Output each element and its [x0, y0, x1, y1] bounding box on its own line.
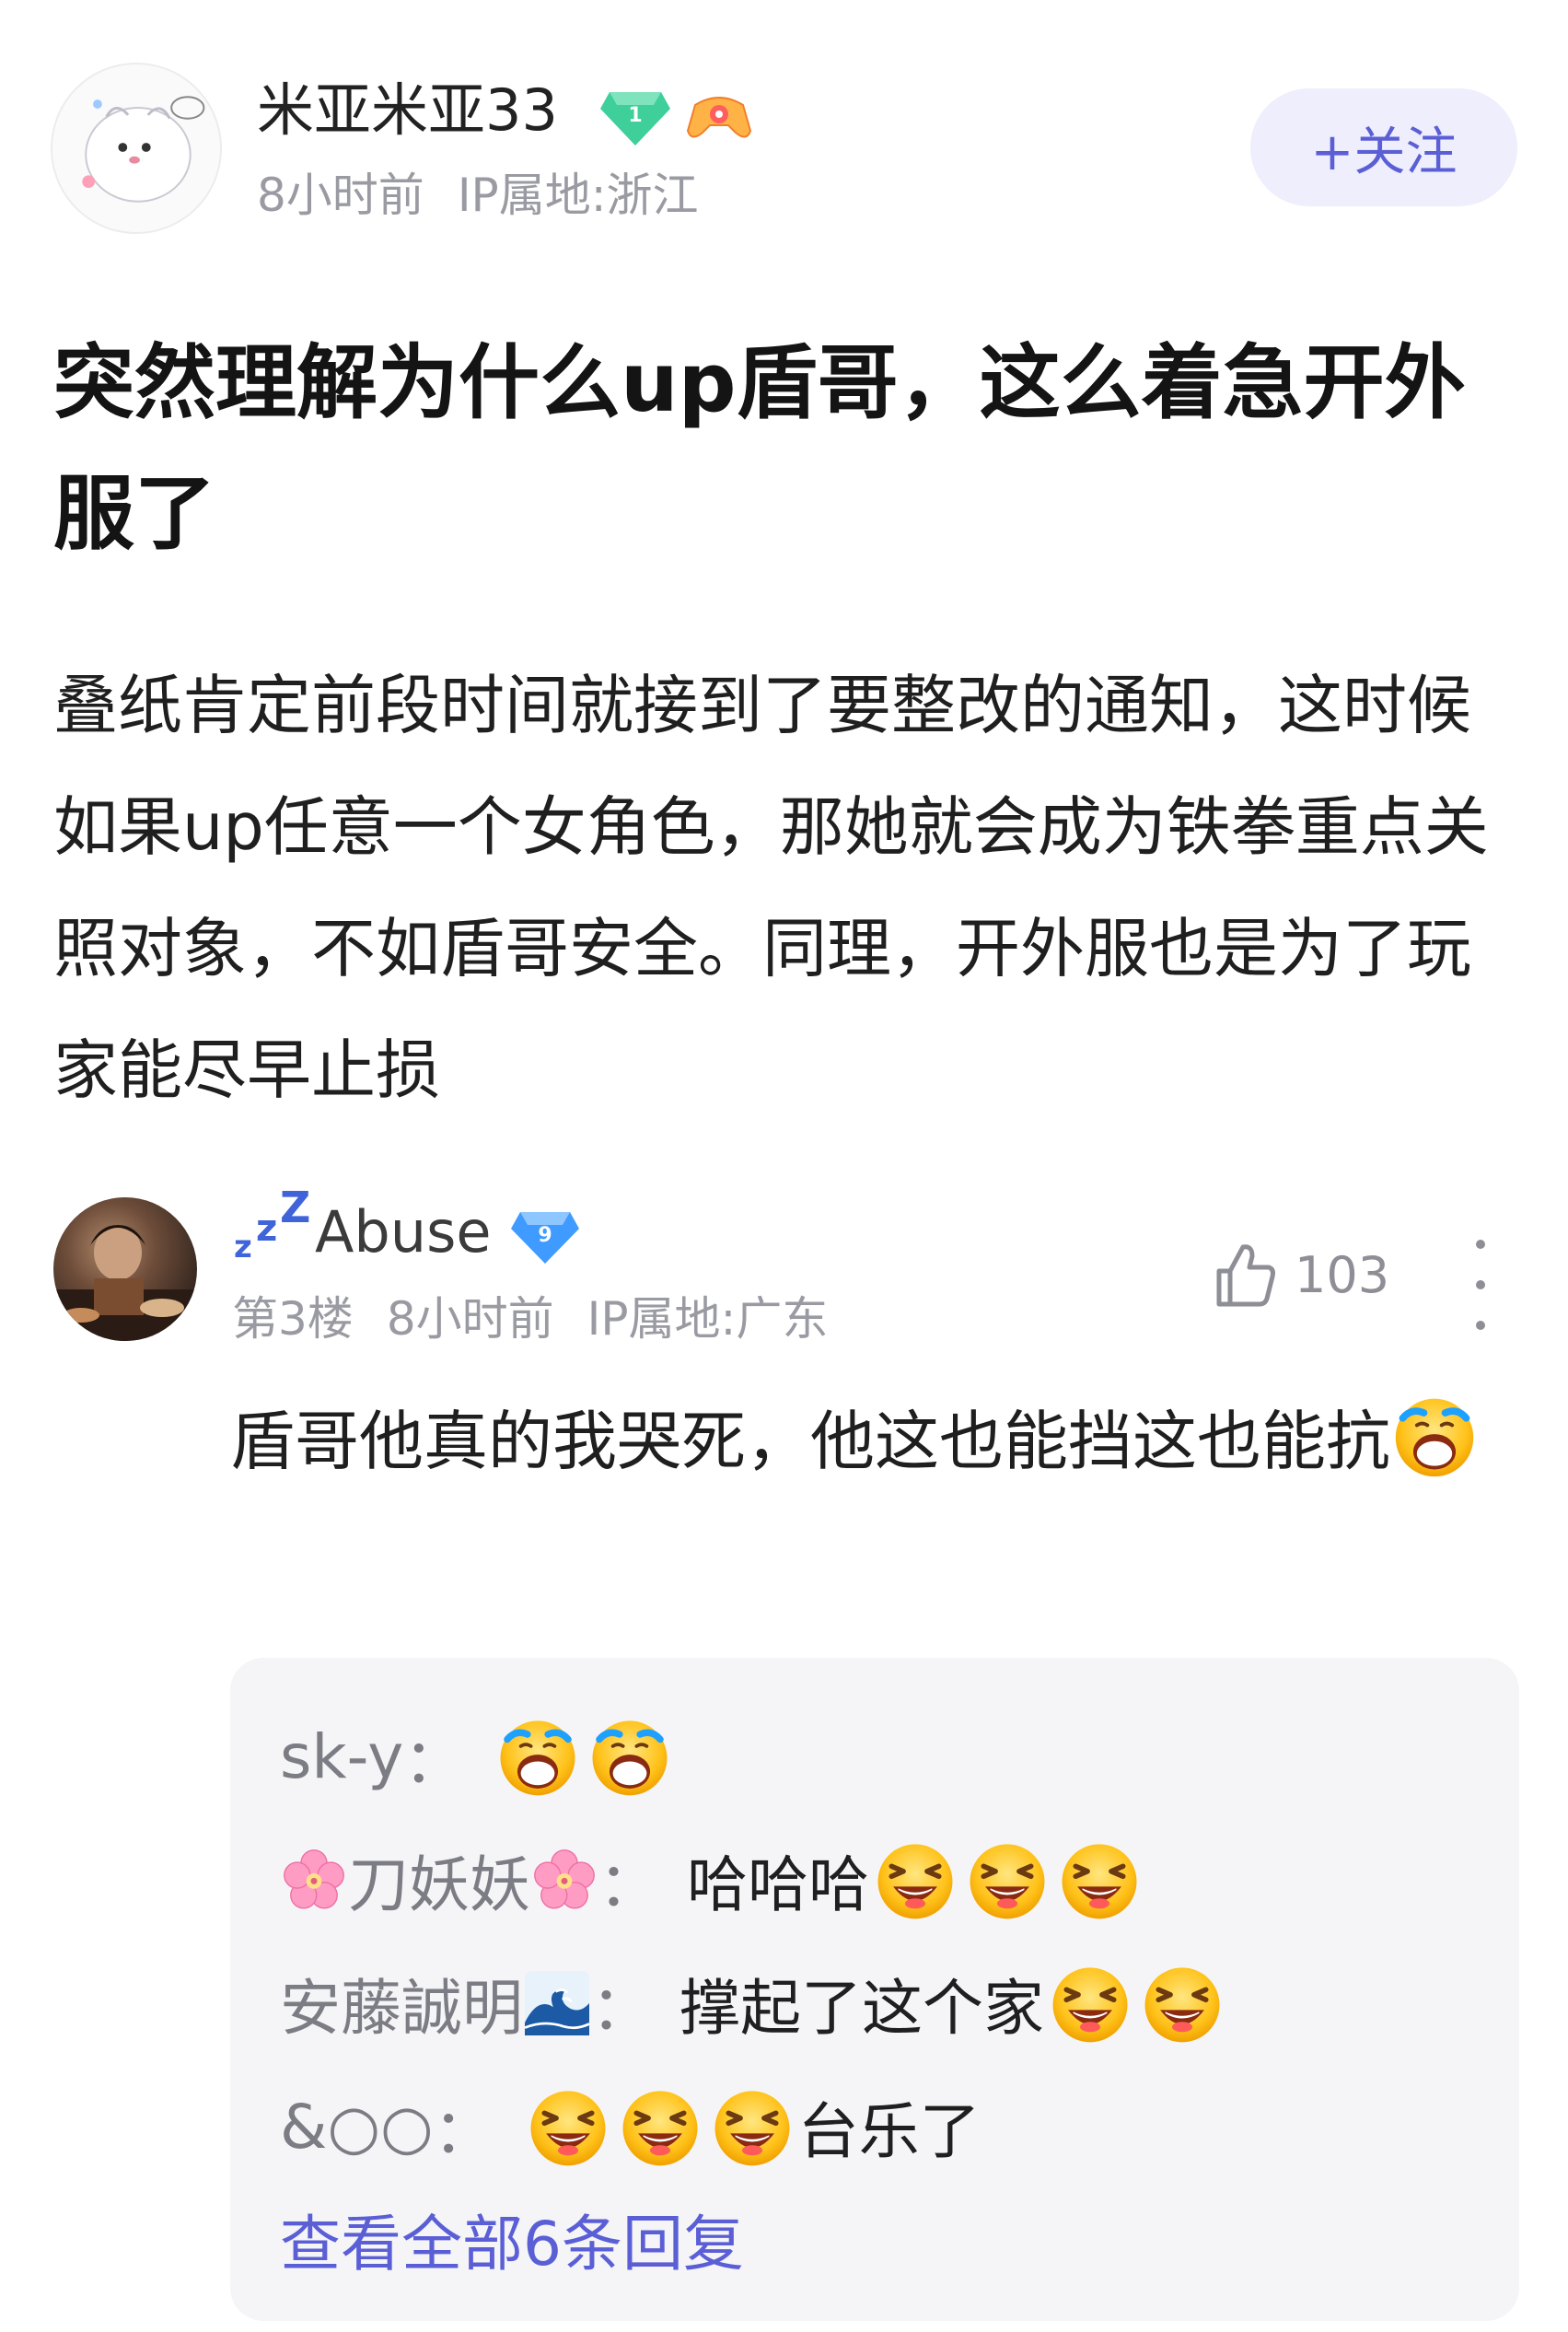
cherry-blossom-icon [532, 1848, 597, 1912]
comment-text-content: 盾哥他真的我哭死，他这也能挡这也能抗 [230, 1404, 1390, 1479]
like-count: 103 [1295, 1245, 1390, 1304]
comment-floor: 第3楼 [232, 1292, 354, 1346]
follow-label: +关注 [1310, 122, 1458, 182]
laughing-emoji [1048, 1961, 1132, 2046]
post-body: 叠纸肯定前段时间就接到了要整改的通知，这时候如果up任意一个女角色，那她就会成为… [53, 668, 1489, 1108]
comment-time: 8小时前 [386, 1292, 554, 1346]
reply-username[interactable]: sk-y [280, 1721, 403, 1792]
reply-text: 台乐了 [797, 2096, 981, 2167]
author-name[interactable]: 米亚米亚33 [257, 72, 558, 149]
more-vertical-icon[interactable] [1455, 1234, 1506, 1335]
diamond-level-icon: 1 [598, 85, 672, 149]
laughing-emoji [1140, 1961, 1225, 2046]
zzz-icon: z z Z [232, 1183, 315, 1266]
comment-meta: 第3楼 8小时前 IP属地:广东 [232, 1289, 828, 1348]
comment-level-number: 9 [538, 1224, 552, 1247]
reply-username[interactable]: 刀妖妖 [348, 1836, 530, 1924]
laughing-emoji [965, 1837, 1050, 1922]
comment-username[interactable]: Abuse [315, 1194, 492, 1271]
laughing-emoji [710, 2084, 795, 2169]
laughing-emoji [526, 2084, 610, 2169]
cherry-blossom-icon [282, 1848, 346, 1912]
author-level-number: 1 [628, 104, 642, 127]
comment-avatar[interactable] [53, 1197, 197, 1341]
reply-colon: ： [598, 1849, 659, 1920]
reply-item[interactable]: &○○ ： 台乐了 [280, 2065, 1469, 2188]
author-avatar[interactable] [51, 63, 222, 234]
laughing-emoji [873, 1837, 958, 1922]
svg-text:Z: Z [280, 1183, 310, 1232]
svg-text:z: z [256, 1207, 277, 1250]
post-title: 突然理解为什么up盾哥，这么着急开外服了 [53, 335, 1466, 561]
svg-text:z: z [234, 1229, 252, 1265]
reply-text: 撑起了这个家 [679, 1973, 1044, 2044]
gamepad-badge-icon [686, 87, 752, 146]
reply-item[interactable]: sk-y ： [280, 1695, 1469, 1818]
replies-box: sk-y ： 刀妖妖 ： 哈哈哈 安藤誠明 ： 撑起了这个家 &○○ ： 台乐了… [230, 1658, 1519, 2321]
crying-emoji [495, 1714, 580, 1799]
reply-username[interactable]: 安藤誠明 [280, 1959, 523, 2047]
reply-text: 哈哈哈 [687, 1849, 869, 1920]
laughing-emoji [618, 2084, 703, 2169]
reply-item[interactable]: 刀妖妖 ： 哈哈哈 [280, 1818, 1469, 1941]
reply-colon: ： [433, 2096, 494, 2167]
diamond-level-icon: 9 [509, 1205, 581, 1267]
view-all-replies-link[interactable]: 查看全部6条回复 [280, 2194, 1469, 2295]
crying-emoji [587, 1714, 672, 1799]
comment-text: 盾哥他真的我哭死，他这也能挡这也能抗 [230, 1382, 1519, 1501]
follow-button[interactable]: +关注 [1250, 88, 1517, 206]
laughing-emoji [1057, 1837, 1142, 1922]
comment-location: IP属地:广东 [587, 1292, 829, 1346]
crying-emoji [1390, 1392, 1479, 1480]
reply-item[interactable]: 安藤誠明 ： 撑起了这个家 [280, 1941, 1469, 2065]
post-time: 8小时前 [257, 169, 424, 222]
post-meta: 8小时前 IP属地:浙江 [257, 166, 699, 225]
thumbs-up-icon [1214, 1242, 1278, 1308]
post-location: IP属地:浙江 [457, 169, 699, 222]
wave-icon [525, 1971, 589, 2035]
reply-colon: ： [591, 1973, 652, 2044]
reply-username[interactable]: &○○ [280, 2092, 434, 2163]
reply-colon: ： [403, 1726, 465, 1797]
like-button[interactable]: 103 [1214, 1238, 1389, 1312]
